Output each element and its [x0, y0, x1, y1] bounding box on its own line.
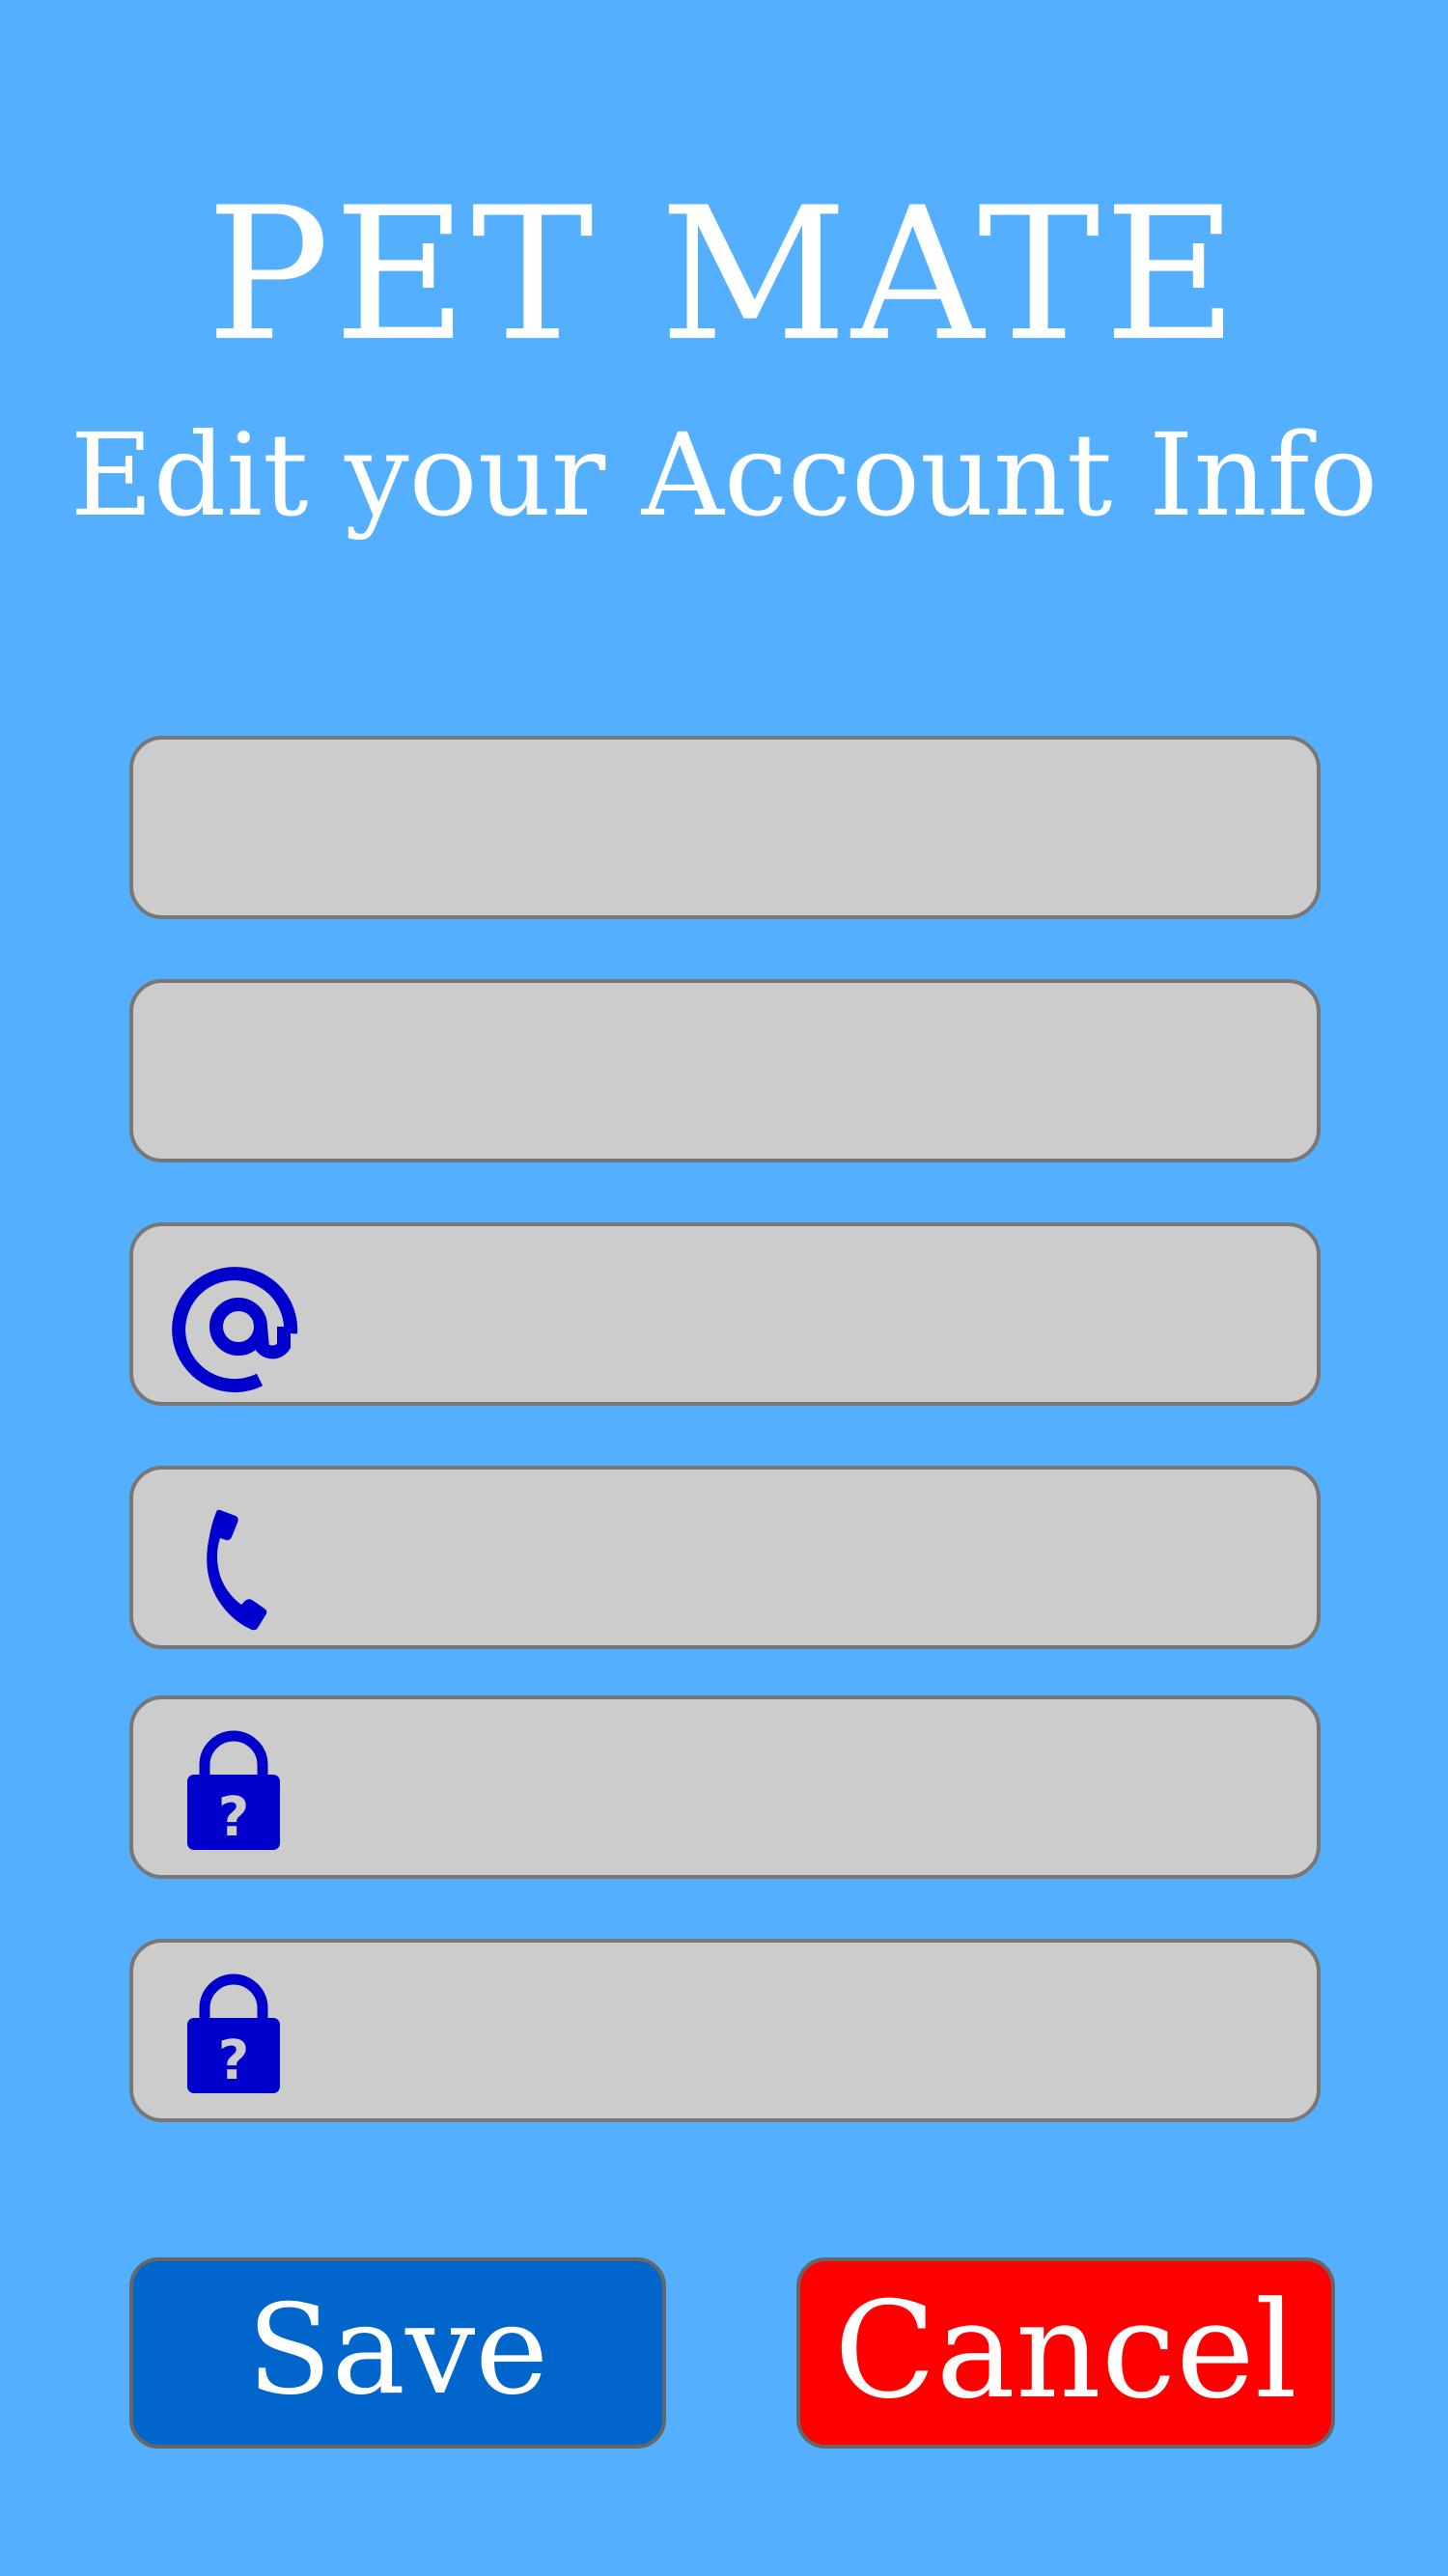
at-sign-icon	[172, 1267, 298, 1393]
email-field-container	[129, 1222, 1321, 1406]
page-subtitle: Edit your Account Info	[70, 408, 1378, 542]
phone-input[interactable]	[326, 1470, 1286, 1647]
field-2-container	[129, 979, 1321, 1162]
confirm-password-field-container: ?	[129, 1939, 1321, 2122]
phone-icon	[207, 1509, 267, 1631]
svg-text:?: ?	[218, 1786, 249, 1849]
confirm-password-input[interactable]	[326, 1943, 1286, 2120]
password-input[interactable]	[326, 1699, 1286, 1877]
svg-text:?: ?	[218, 2030, 249, 2092]
password-field-container: ?	[129, 1695, 1321, 1879]
email-input[interactable]	[326, 1226, 1286, 1404]
lock-question-icon: ?	[187, 1730, 280, 1850]
phone-field-container	[129, 1466, 1321, 1649]
field-1-container	[129, 736, 1321, 919]
lock-question-icon: ?	[187, 1974, 280, 2093]
cancel-button[interactable]: Cancel	[796, 2257, 1335, 2449]
save-button[interactable]: Save	[129, 2257, 666, 2449]
app-title: PET MATE	[206, 168, 1242, 381]
field-2-input[interactable]	[172, 983, 1286, 1161]
field-1-input[interactable]	[172, 740, 1286, 917]
